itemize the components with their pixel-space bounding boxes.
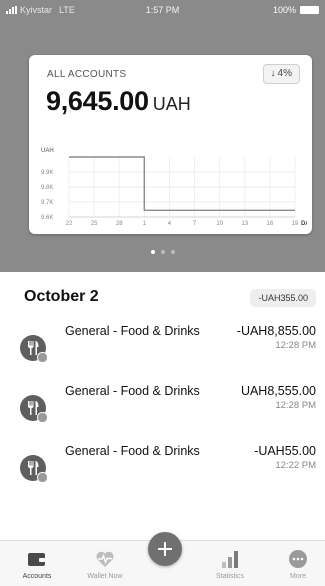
x-tick-label: 1 <box>143 221 147 225</box>
heart-pulse-icon <box>95 549 115 569</box>
transaction-time: 12:28 PM <box>275 400 316 411</box>
x-tick-label: 19 <box>292 221 299 225</box>
more-icon <box>288 549 308 569</box>
balance-chart: UAH 9.9K 9.8K 9.7K 9.6K 22 25 28 1 4 7 10 13 16 19DAY <box>41 148 307 225</box>
header-background: Kyivstar LTE 1:57 PM 100% ALL ACCOUNTS ↓… <box>0 0 325 272</box>
x-tick-label: 10 <box>216 221 223 225</box>
account-dot <box>37 412 48 423</box>
y-tick-label: 9.6K <box>41 215 53 221</box>
category-avatar <box>20 335 48 363</box>
transaction-amount: -UAH55.00 <box>254 444 316 458</box>
balance-value: 9,645.00 <box>46 86 149 116</box>
balance: 9,645.00 UAH <box>46 86 191 117</box>
change-value: 4% <box>277 68 292 79</box>
tab-statistics[interactable]: Statistics <box>198 541 262 586</box>
status-bar: Kyivstar LTE 1:57 PM 100% <box>0 0 325 20</box>
transaction-amount: -UAH8,855.00 <box>236 324 316 338</box>
transaction-time: 12:28 PM <box>275 340 316 351</box>
battery-icon <box>300 6 319 14</box>
account-dot <box>37 352 48 363</box>
tab-label: More <box>290 573 306 580</box>
transaction-row[interactable]: General - Food & Drinks -UAH8,855.00 12:… <box>0 322 325 382</box>
page-dot[interactable] <box>170 250 175 254</box>
day-title: October 2 <box>24 288 99 305</box>
add-record-button[interactable] <box>148 532 182 566</box>
account-dot <box>37 472 48 483</box>
transaction-title: General - Food & Drinks <box>65 384 200 398</box>
tab-more[interactable]: More <box>266 541 325 586</box>
battery-percent: 100% <box>272 5 296 15</box>
tab-label: Wallet Now <box>87 573 123 580</box>
tab-wallet-now[interactable]: Wallet Now <box>73 541 137 586</box>
page-dot[interactable] <box>150 250 155 254</box>
x-tick-label: 16 <box>267 221 274 225</box>
battery-info: 100% <box>273 5 319 15</box>
x-tick-label: 13 <box>241 221 248 225</box>
page-dot[interactable] <box>160 250 165 254</box>
wallet-icon <box>27 549 47 569</box>
card-title: ALL ACCOUNTS <box>47 69 127 80</box>
transaction-row[interactable]: General - Food & Drinks UAH8,555.00 12:2… <box>0 382 325 442</box>
x-tick-label: 4 <box>168 221 172 225</box>
x-tick-label: 22 <box>66 221 73 225</box>
page-indicator[interactable] <box>0 250 325 254</box>
day-header: October 2 -UAH355.00 <box>0 276 325 316</box>
change-badge: ↓ 4% <box>262 64 300 84</box>
tab-label: Statistics <box>215 573 244 580</box>
plus-icon <box>158 542 172 556</box>
balance-currency: UAH <box>152 94 191 114</box>
y-tick-label: 9.9K <box>41 170 53 176</box>
y-tick-label: 9.7K <box>41 200 53 206</box>
x-tick-label: 7 <box>193 221 197 225</box>
transaction-list: General - Food & Drinks -UAH8,855.00 12:… <box>0 322 325 502</box>
transaction-title: General - Food & Drinks <box>65 444 200 458</box>
bar-chart-icon <box>220 549 240 569</box>
transaction-title: General - Food & Drinks <box>65 324 200 338</box>
arrow-down-icon: ↓ <box>270 68 276 79</box>
category-avatar <box>20 455 48 483</box>
x-tick-label: 28 <box>116 221 123 225</box>
transaction-amount: UAH8,555.00 <box>240 384 316 398</box>
x-tick-label: 25 <box>91 221 98 225</box>
balance-card[interactable]: ALL ACCOUNTS ↓ 4% 9,645.00 UAH UAH 9.9K 9.… <box>29 55 312 234</box>
day-total-badge: -UAH355.00 <box>250 289 316 307</box>
transaction-row[interactable]: General - Food & Drinks -UAH55.00 12:22 … <box>0 442 325 502</box>
category-avatar <box>20 395 48 423</box>
transaction-time: 12:22 PM <box>275 460 316 471</box>
y-axis-label: UAH <box>41 148 54 154</box>
tab-label: Accounts <box>22 573 52 580</box>
y-tick-label: 9.8K <box>41 185 53 191</box>
tab-accounts[interactable]: Accounts <box>5 541 69 586</box>
x-axis-label: DAY <box>301 221 307 225</box>
